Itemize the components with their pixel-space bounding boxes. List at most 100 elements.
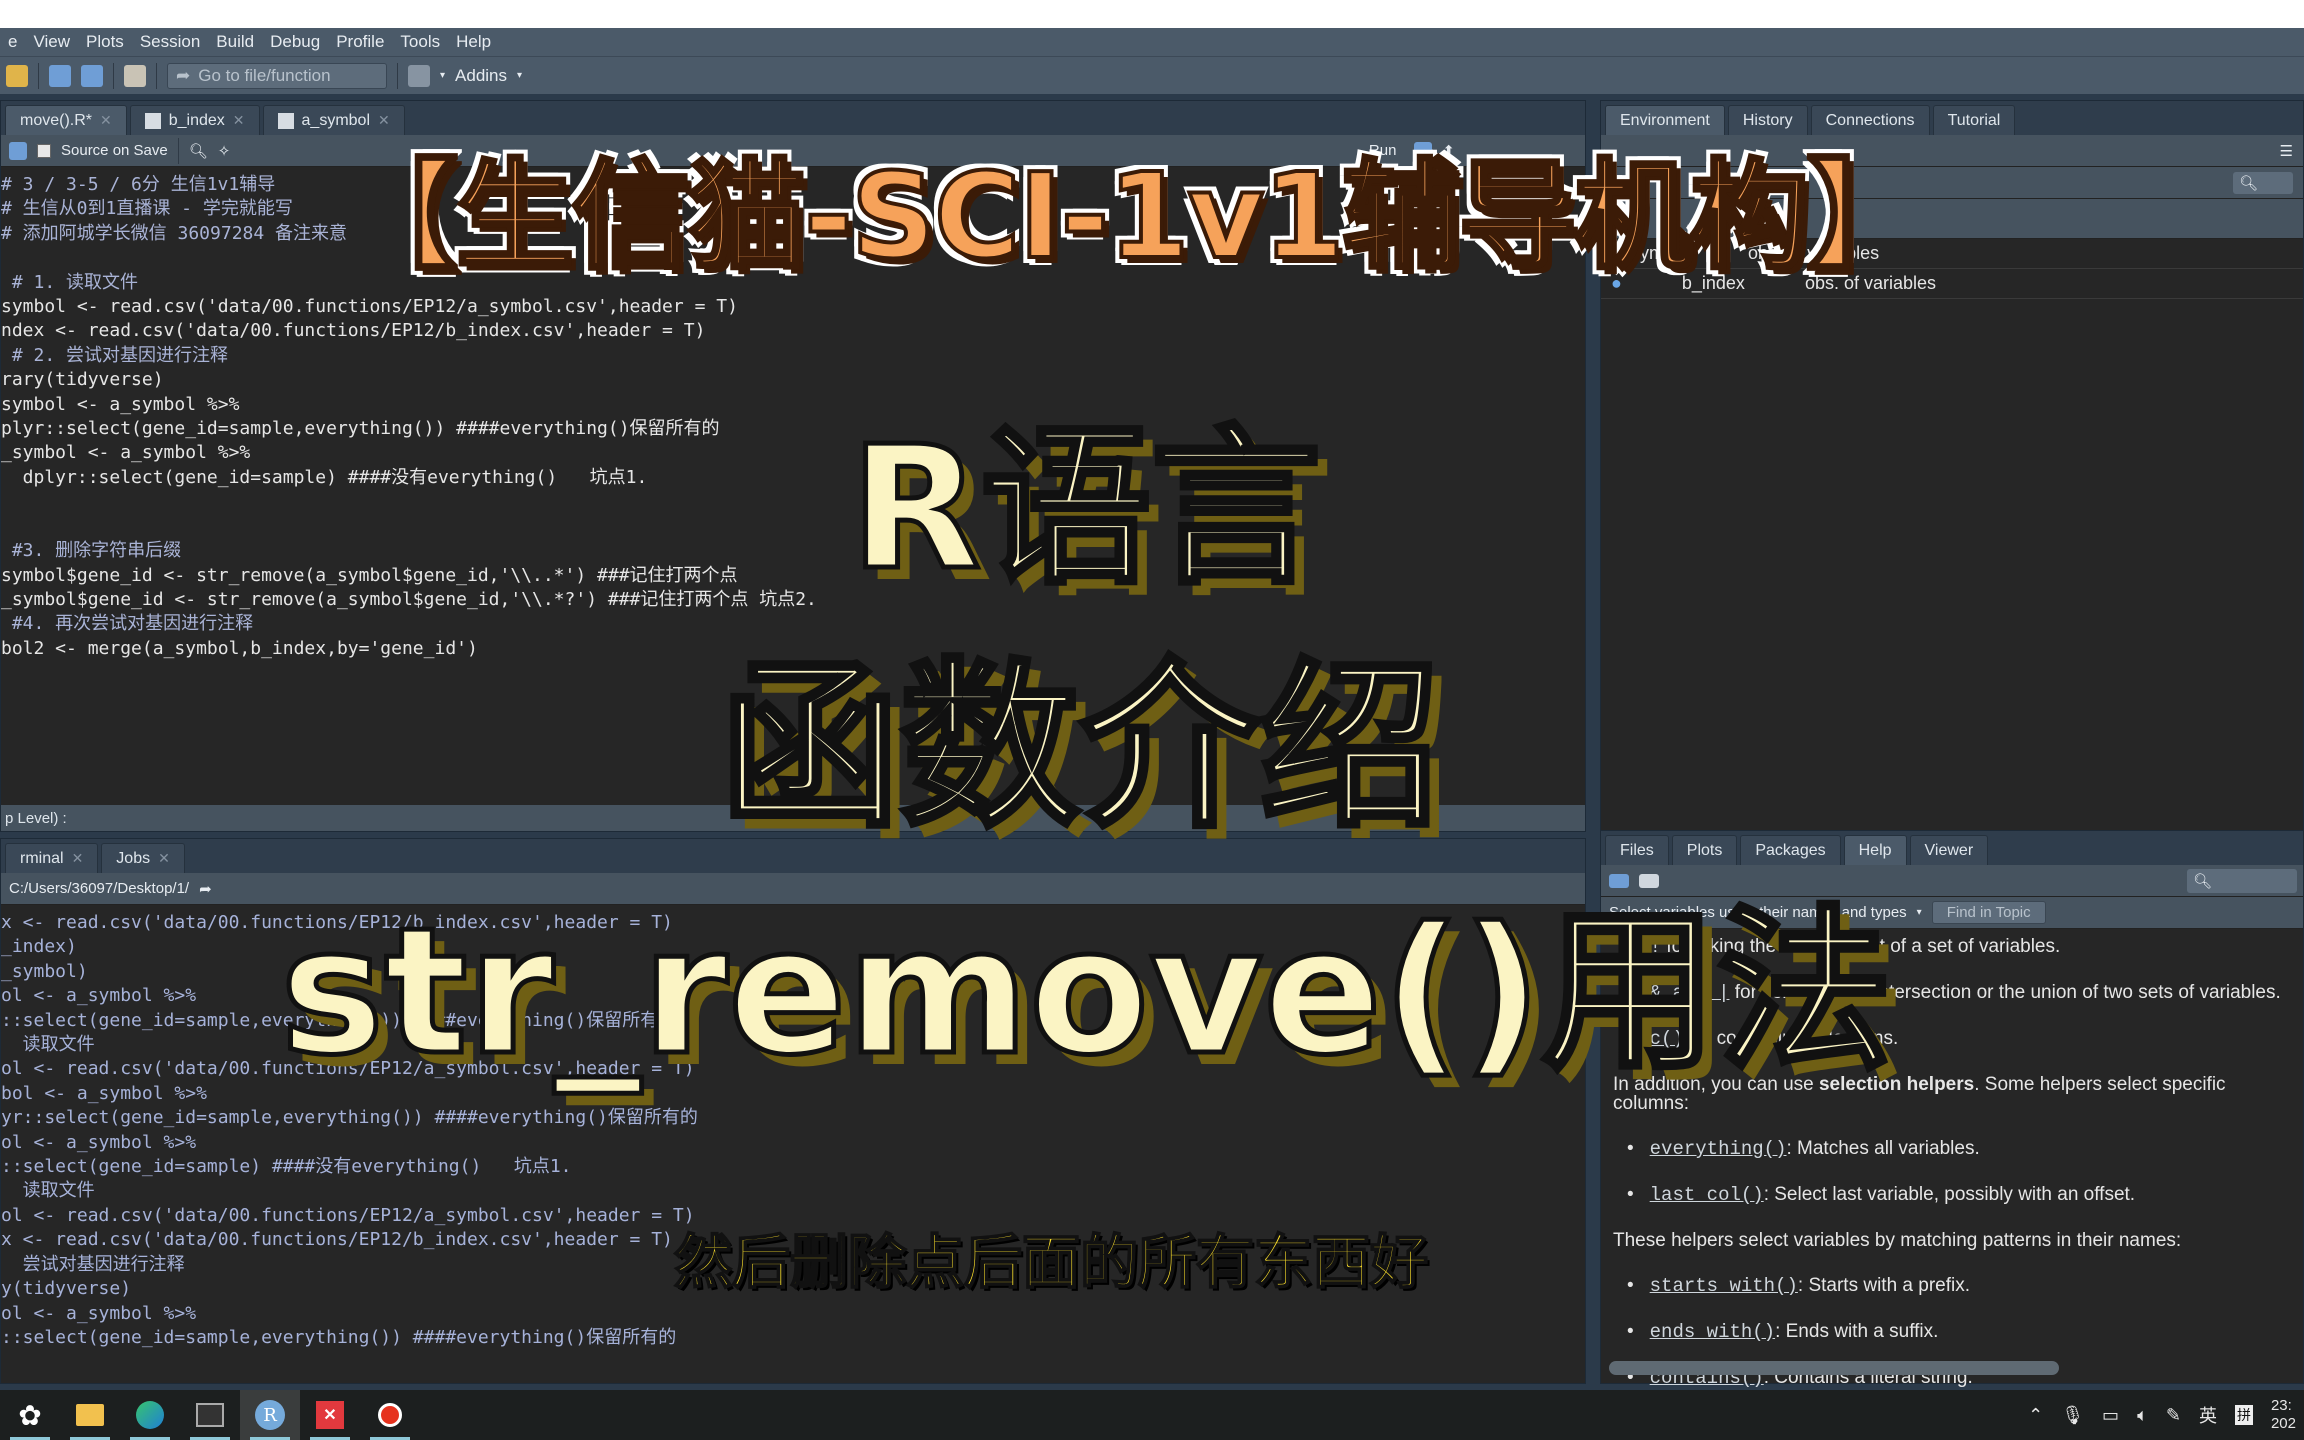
tab-terminal[interactable]: rminal ✕ bbox=[5, 843, 99, 873]
menu-profile[interactable]: Profile bbox=[328, 32, 392, 52]
chevron-down-icon[interactable]: ▾ bbox=[1917, 907, 1922, 918]
menu-session[interactable]: Session bbox=[132, 32, 208, 52]
go-to-file-input[interactable]: ➦ Go to file/function bbox=[167, 62, 387, 89]
system-tray: ⌃ 🎙︎ ▭ 🔈︎ ✎ 英 拼 23: 202 bbox=[2028, 1390, 2296, 1440]
tab-label: Jobs bbox=[116, 849, 151, 867]
menu-file[interactable]: e bbox=[0, 32, 25, 52]
menu-view[interactable]: View bbox=[25, 32, 78, 52]
help-link[interactable]: last_col() bbox=[1650, 1184, 1764, 1206]
clock-date: 202 bbox=[2270, 1415, 2296, 1432]
help-paragraph: These helpers select variables by matchi… bbox=[1613, 1230, 2182, 1251]
console-line: ::select(gene_id=sample) ####没有everythin… bbox=[1, 1156, 572, 1178]
console-line: ::select(gene_id=sample,everything()) ##… bbox=[1, 1326, 677, 1348]
tab-script[interactable]: move().R* ✕ bbox=[5, 105, 127, 135]
scope-indicator[interactable]: p Level) : bbox=[5, 810, 67, 827]
help-text: : Select last variable, possibly with an… bbox=[1763, 1184, 2136, 1205]
microphone-icon[interactable]: 🎙︎ bbox=[2061, 1405, 2084, 1426]
title-strip bbox=[0, 0, 2304, 28]
close-icon[interactable]: ✕ bbox=[72, 850, 84, 867]
help-search-input[interactable]: 🔍︎ bbox=[2187, 868, 2297, 893]
search-icon: 🔍︎ bbox=[2239, 174, 2259, 192]
tab-jobs[interactable]: Jobs ✕ bbox=[101, 843, 185, 873]
help-text: : Ends with a suffix. bbox=[1775, 1321, 1939, 1342]
go-to-dir-icon[interactable]: ➦ bbox=[199, 880, 212, 898]
clock[interactable]: 23: 202 bbox=[2271, 1397, 2296, 1433]
code-line: symbol <- a_symbol %>% bbox=[1, 393, 240, 415]
tab-tutorial[interactable]: Tutorial bbox=[1932, 105, 2016, 135]
ime-language[interactable]: 英 bbox=[2199, 1402, 2217, 1428]
pane-layout-icon[interactable] bbox=[408, 64, 430, 87]
ime-mode[interactable]: 拼 bbox=[2234, 1405, 2253, 1425]
taskbar-xmind[interactable]: ✕ bbox=[300, 1390, 360, 1440]
source-on-save-checkbox[interactable] bbox=[37, 143, 51, 158]
toolbar-separator bbox=[113, 62, 114, 89]
list-view-icon[interactable]: ☰ bbox=[2280, 142, 2293, 160]
pen-icon[interactable]: ✎ bbox=[2166, 1405, 2181, 1426]
taskbar-terminal-app[interactable] bbox=[180, 1390, 240, 1440]
code-line: ndex <- read.csv('data/00.functions/EP12… bbox=[1, 320, 706, 342]
taskbar-recorder[interactable] bbox=[360, 1390, 420, 1440]
start-icon: ✿ bbox=[18, 1399, 42, 1431]
new-file-icon[interactable] bbox=[6, 64, 28, 87]
start-button[interactable]: ✿ bbox=[0, 1390, 60, 1440]
save-all-icon[interactable] bbox=[81, 64, 103, 87]
search-input[interactable]: 🔍︎ bbox=[2233, 171, 2293, 194]
horizontal-scrollbar[interactable] bbox=[1609, 1361, 2059, 1375]
help-bullet: ends_with(): Ends with a suffix. bbox=[1649, 1322, 2303, 1342]
working-dir-path: C:/Users/36097/Desktop/1/ bbox=[9, 880, 190, 897]
taskbar-edge[interactable] bbox=[120, 1390, 180, 1440]
volume-icon[interactable]: 🔈︎ bbox=[2137, 1405, 2148, 1426]
network-icon[interactable]: ▭ bbox=[2102, 1405, 2119, 1426]
tab-label: Viewer bbox=[1924, 841, 1974, 859]
search-icon[interactable]: 🔍︎ bbox=[189, 142, 208, 160]
find-in-topic-input[interactable]: Find in Topic bbox=[1931, 901, 2046, 924]
source-on-save-label: Source on Save bbox=[61, 142, 168, 159]
chevron-down-icon[interactable]: ▾ bbox=[440, 70, 445, 81]
main-toolbar: ➦ Go to file/function ▾ Addins ▾ bbox=[0, 56, 2304, 94]
xmind-icon: ✕ bbox=[316, 1401, 344, 1429]
console-line: ol <- a_symbol %>% bbox=[1, 1131, 197, 1153]
help-link[interactable]: ends_with() bbox=[1650, 1321, 1775, 1343]
print-icon[interactable] bbox=[124, 64, 146, 87]
tab-label: rminal bbox=[20, 849, 64, 867]
save-icon[interactable] bbox=[49, 64, 71, 87]
toolbar-separator bbox=[156, 62, 157, 89]
close-icon[interactable]: ✕ bbox=[100, 112, 112, 129]
chevron-down-icon[interactable]: ▾ bbox=[517, 70, 522, 81]
toolbar-separator bbox=[397, 62, 398, 89]
menu-tools[interactable]: Tools bbox=[392, 32, 448, 52]
close-icon[interactable]: ✕ bbox=[233, 112, 245, 129]
toolbar-separator bbox=[38, 62, 39, 89]
menu-help[interactable]: Help bbox=[448, 32, 499, 52]
help-link[interactable]: everything() bbox=[1650, 1138, 1787, 1160]
tab-b-index[interactable]: b_index ✕ bbox=[129, 105, 260, 135]
banner-overlay: 【生信猫-SCI-1v1辅导机构】 bbox=[338, 145, 1927, 287]
code-line: #3. 删除字符串后缀 bbox=[1, 540, 182, 562]
toolbar-separator bbox=[177, 137, 179, 164]
magic-wand-icon[interactable]: ✧ bbox=[218, 142, 231, 160]
taskbar-rstudio[interactable]: R bbox=[240, 1390, 300, 1440]
search-icon: 🔍︎ bbox=[2193, 872, 2213, 890]
file-explorer-icon bbox=[76, 1404, 104, 1426]
save-icon[interactable] bbox=[9, 141, 27, 160]
chevron-up-icon[interactable]: ⌃ bbox=[2028, 1405, 2043, 1426]
code-line: plyr::select(gene_id=sample,everything()… bbox=[1, 418, 720, 440]
tab-label: move().R* bbox=[20, 111, 93, 129]
arrow-icon: ➦ bbox=[176, 65, 191, 85]
help-link[interactable]: starts_with() bbox=[1650, 1275, 1798, 1297]
overlay-line-3: str_remove()用法 bbox=[278, 889, 1895, 1097]
code-line: # 2. 尝试对基因进行注释 bbox=[1, 344, 229, 366]
taskbar-file-explorer[interactable] bbox=[60, 1390, 120, 1440]
windows-taskbar: ✿ R ✕ ⌃ 🎙︎ ▭ 🔈︎ ✎ 英 拼 23: 202 bbox=[0, 1390, 2304, 1440]
help-text: : Starts with a prefix. bbox=[1797, 1275, 1971, 1296]
menu-build[interactable]: Build bbox=[208, 32, 262, 52]
rstudio-icon: R bbox=[255, 1400, 285, 1430]
menu-plots[interactable]: Plots bbox=[78, 32, 132, 52]
addins-button[interactable]: Addins bbox=[455, 66, 507, 86]
tab-viewer[interactable]: Viewer bbox=[1909, 835, 1989, 865]
close-icon[interactable]: ✕ bbox=[158, 850, 170, 867]
menu-debug[interactable]: Debug bbox=[262, 32, 328, 52]
terminal-app-icon bbox=[196, 1403, 224, 1427]
